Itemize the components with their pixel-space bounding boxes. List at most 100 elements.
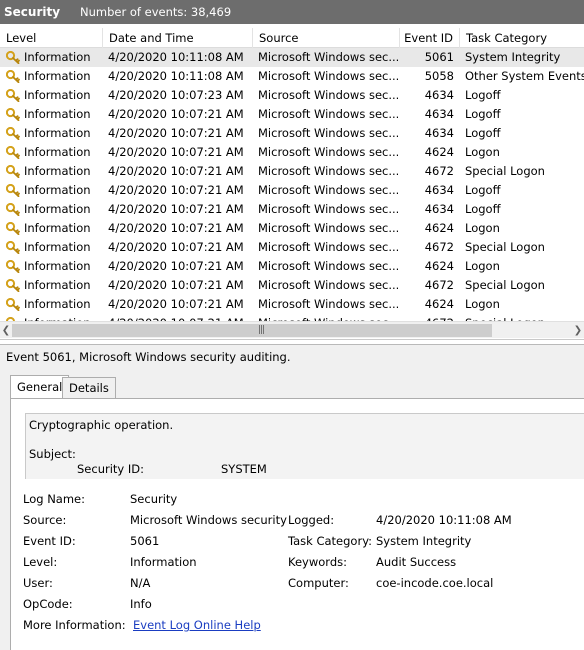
level-cell: Information	[6, 200, 104, 219]
key-icon	[6, 183, 20, 198]
source-value: Microsoft Windows security	[130, 513, 287, 527]
date-time-cell: 4/20/2020 10:07:23 AM	[108, 88, 244, 102]
table-row[interactable]: Information 4/20/2020 10:07:21 AM Microsof…	[0, 200, 584, 219]
table-row[interactable]: Information 4/20/2020 10:11:08 AM Microsof…	[0, 48, 584, 67]
logged-label: Logged:	[288, 513, 335, 527]
horizontal-scrollbar[interactable]: ❮ ||| ❯	[0, 321, 584, 338]
column-header-row: Level Date and Time Source Event ID Task…	[0, 28, 584, 48]
user-value: N/A	[130, 576, 151, 590]
key-icon	[6, 259, 20, 274]
level-text: Information	[24, 183, 91, 197]
task-category-cell: System Integrity	[465, 50, 561, 64]
source-cell: Microsoft Windows sec...	[258, 88, 398, 102]
date-time-cell: 4/20/2020 10:07:21 AM	[108, 164, 244, 178]
event-id-cell: 5058	[424, 69, 454, 83]
table-row[interactable]: Information 4/20/2020 10:07:21 AM Microsof…	[0, 181, 584, 200]
event-id-cell: 4634	[424, 88, 454, 102]
table-row[interactable]: Information 4/20/2020 10:07:21 AM Microsof…	[0, 276, 584, 295]
more-information-label: More Information:	[23, 618, 126, 632]
level-text: Information	[24, 88, 91, 102]
column-header-event-id[interactable]: Event ID	[400, 28, 460, 48]
grip-icon: |||	[258, 325, 265, 335]
task-category-cell: Logon	[465, 259, 500, 273]
event-id-cell: 4634	[424, 202, 454, 216]
computer-label: Computer:	[288, 576, 349, 590]
table-row[interactable]: Information 4/20/2020 10:07:21 AM Microsof…	[0, 219, 584, 238]
source-label: Source:	[23, 513, 67, 527]
level-text: Information	[24, 145, 91, 159]
level-cell: Information	[6, 67, 104, 86]
event-description[interactable]: Cryptographic operation. Subject: Securi…	[25, 413, 584, 479]
event-id-cell: 4624	[424, 297, 454, 311]
table-row[interactable]: Information 4/20/2020 10:07:21 AM Microsof…	[0, 238, 584, 257]
table-row[interactable]: Information 4/20/2020 10:07:21 AM Microsof…	[0, 124, 584, 143]
chevron-left-icon[interactable]: ❮	[0, 324, 12, 337]
task-category-cell: Special Logon	[465, 278, 545, 292]
description-security-id: Security ID: SYSTEM	[29, 461, 582, 477]
task-category-cell: Logoff	[465, 183, 501, 197]
level-text: Information	[24, 50, 91, 64]
description-line: Cryptographic operation.	[29, 418, 174, 432]
general-panel: Cryptographic operation. Subject: Securi…	[10, 398, 584, 650]
event-id-label: Event ID:	[23, 534, 76, 548]
level-text: Information	[24, 221, 91, 235]
tab-general[interactable]: General	[10, 375, 70, 400]
event-id-cell: 4672	[424, 278, 454, 292]
logged-value: 4/20/2020 10:11:08 AM	[376, 513, 512, 527]
table-row[interactable]: Information 4/20/2020 10:07:21 AM Microsof…	[0, 105, 584, 124]
source-cell: Microsoft Windows sec...	[258, 202, 398, 216]
date-time-cell: 4/20/2020 10:07:21 AM	[108, 126, 244, 140]
keywords-value: Audit Success	[376, 555, 457, 569]
column-header-task-category[interactable]: Task Category	[460, 28, 584, 48]
security-id-label: Security ID:	[77, 462, 145, 476]
source-cell: Microsoft Windows sec...	[258, 164, 398, 178]
computer-value: coe-incode.coe.local	[376, 576, 494, 590]
key-icon	[6, 278, 20, 293]
level-text: Information	[24, 164, 91, 178]
key-icon	[6, 164, 20, 179]
scrollbar-thumb[interactable]: |||	[12, 324, 492, 337]
table-row[interactable]: Information 4/20/2020 10:07:21 AM Microsof…	[0, 143, 584, 162]
level-cell: Information	[6, 162, 104, 181]
table-row[interactable]: Information 4/20/2020 10:07:21 AM Microsof…	[0, 162, 584, 181]
date-time-cell: 4/20/2020 10:07:21 AM	[108, 107, 244, 121]
column-header-date[interactable]: Date and Time	[103, 28, 253, 48]
level-text: Information	[24, 107, 91, 121]
titlebar: Security Number of events: 38,469	[0, 0, 584, 24]
event-log-online-help-link[interactable]: Event Log Online Help	[133, 617, 261, 633]
event-id-cell: 5061	[424, 50, 454, 64]
level-cell: Information	[6, 105, 104, 124]
column-header-source[interactable]: Source	[253, 28, 400, 48]
date-time-cell: 4/20/2020 10:07:21 AM	[108, 278, 244, 292]
level-cell: Information	[6, 143, 104, 162]
level-value: Information	[130, 555, 197, 569]
table-row[interactable]: Information 4/20/2020 10:07:23 AM Microsof…	[0, 86, 584, 105]
source-cell: Microsoft Windows sec...	[258, 221, 398, 235]
opcode-label: OpCode:	[23, 597, 73, 611]
date-time-cell: 4/20/2020 10:07:21 AM	[108, 202, 244, 216]
event-id-value: 5061	[130, 534, 160, 548]
event-count: Number of events: 38,469	[80, 5, 232, 19]
task-category-cell: Logoff	[465, 126, 501, 140]
key-icon	[6, 69, 20, 84]
level-text: Information	[24, 126, 91, 140]
level-text: Information	[24, 278, 91, 292]
event-id-cell: 4624	[424, 259, 454, 273]
date-time-cell: 4/20/2020 10:07:21 AM	[108, 297, 244, 311]
column-header-level[interactable]: Level	[0, 28, 103, 48]
table-row[interactable]: Information 4/20/2020 10:07:21 AM Microsof…	[0, 295, 584, 314]
event-grid[interactable]: Level Date and Time Source Event ID Task…	[0, 28, 584, 340]
chevron-right-icon[interactable]: ❯	[572, 324, 584, 337]
tab-details[interactable]: Details	[62, 377, 116, 399]
table-row[interactable]: Information 4/20/2020 10:11:08 AM Microsof…	[0, 67, 584, 86]
security-id-value: SYSTEM	[221, 462, 267, 476]
task-category-value: System Integrity	[376, 534, 472, 548]
key-icon	[6, 107, 20, 122]
date-time-cell: 4/20/2020 10:07:21 AM	[108, 240, 244, 254]
task-category-cell: Special Logon	[465, 240, 545, 254]
date-time-cell: 4/20/2020 10:07:21 AM	[108, 183, 244, 197]
table-row[interactable]: Information 4/20/2020 10:07:21 AM Microsof…	[0, 257, 584, 276]
level-text: Information	[24, 297, 91, 311]
level-cell: Information	[6, 257, 104, 276]
date-time-cell: 4/20/2020 10:07:21 AM	[108, 259, 244, 273]
